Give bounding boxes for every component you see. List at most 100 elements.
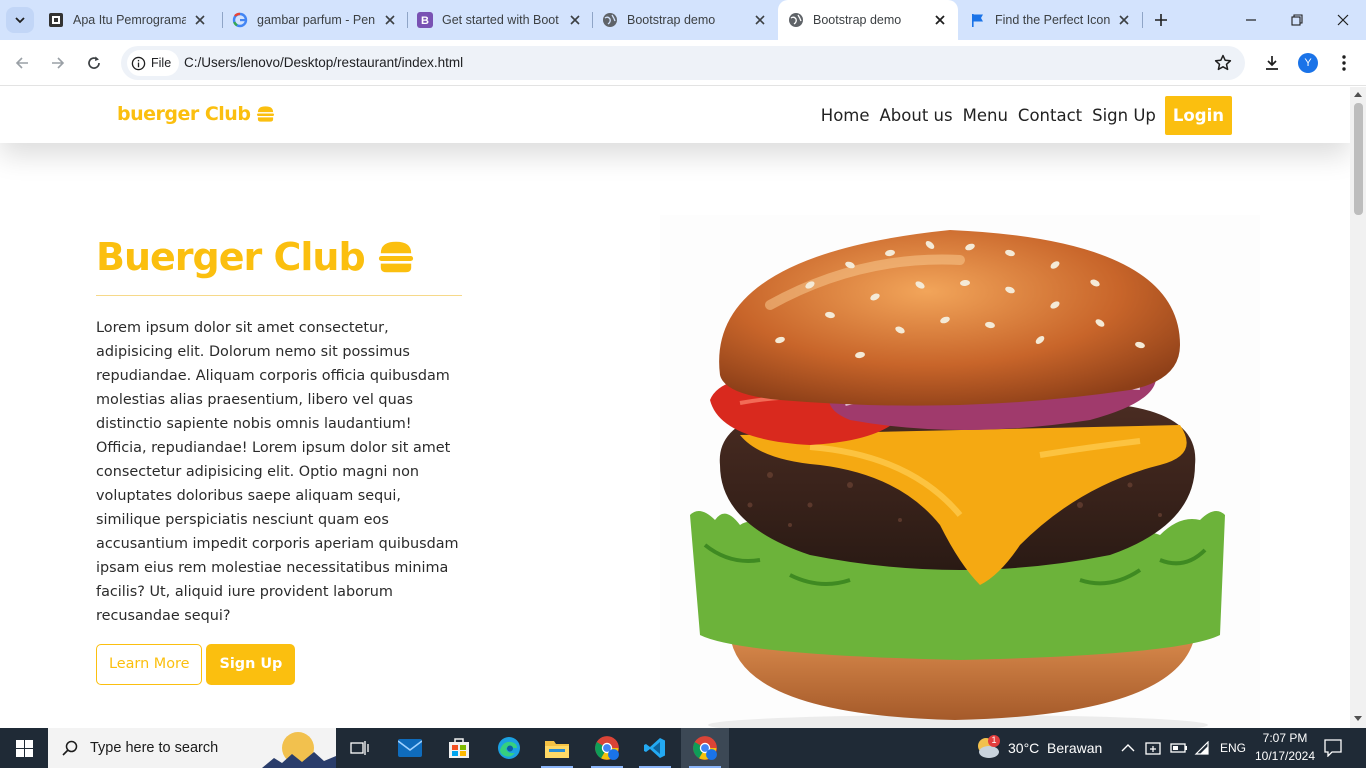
clock-time[interactable]: 7:07 PM [1252,731,1318,745]
edge-icon [498,737,520,759]
search-placeholder: Type here to search [90,740,219,756]
chrome-icon [693,736,717,760]
scroll-thumb[interactable] [1354,103,1363,215]
profile-avatar[interactable]: Y [1298,53,1318,73]
burger-image [660,215,1260,728]
taskbar-search[interactable]: Type here to search [48,728,336,768]
site-info-chip[interactable]: File [127,50,180,76]
page-viewport: buerger Club Home About us Menu Contact … [0,87,1350,728]
medium-icon [48,12,64,28]
battery-icon[interactable] [1170,742,1188,754]
address-bar[interactable]: File C:/Users/lenovo/Desktop/restaurant/… [121,46,1245,80]
close-icon[interactable] [1116,12,1132,28]
minimize-icon [1246,19,1256,21]
burger-icon [378,241,413,273]
plus-icon [1155,14,1167,26]
browser-toolbar: File C:/Users/lenovo/Desktop/restaurant/… [0,40,1366,86]
tab-title: Apa Itu Pemrograman [73,13,186,27]
tab-6[interactable]: Find the Perfect Icon [962,0,1140,40]
nav-about[interactable]: About us [880,106,953,125]
task-view-button[interactable] [336,728,384,768]
tab-2[interactable]: gambar parfum - Pen [224,0,406,40]
close-icon[interactable] [567,12,583,28]
chevron-up-icon[interactable] [1121,742,1135,754]
vscode-icon [644,738,665,758]
brand-name: buerger Club [117,103,251,125]
reload-button[interactable] [80,49,108,77]
chrome-profile-app[interactable] [583,728,631,768]
restore-button[interactable] [1274,0,1320,40]
edge-app[interactable] [485,728,533,768]
nav-menu[interactable]: Menu [963,106,1008,125]
mail-icon [398,739,422,757]
hero-buttons: Learn More Sign Up [96,644,462,685]
minimize-button[interactable] [1228,0,1274,40]
new-tab-button[interactable] [1150,9,1172,31]
globe-icon [602,12,618,28]
chrome-app-active[interactable] [681,728,729,768]
svg-text:B: B [421,15,429,27]
url-text[interactable]: C:/Users/lenovo/Desktop/restaurant/index… [184,46,463,80]
weather-badge-count: 1 [991,735,997,745]
language-indicator[interactable]: ENG [1220,741,1246,755]
windows-taskbar: Type here to search 1 30°C Berawan ENG 7… [0,728,1366,768]
windows-logo-icon [15,739,33,757]
forward-button[interactable] [44,49,72,77]
brand-logo[interactable]: buerger Club [117,103,275,125]
tab-5-active[interactable]: Bootstrap demo [778,0,958,40]
vscode-app[interactable] [631,728,679,768]
globe-icon [788,12,804,28]
mail-app[interactable] [386,728,434,768]
close-icon[interactable] [752,12,768,28]
file-explorer-app[interactable] [533,728,581,768]
tab-search-button[interactable] [6,7,34,33]
tab-title: Get started with Boot [442,13,559,27]
downloads-button[interactable] [1258,49,1286,77]
tab-1[interactable]: Apa Itu Pemrograman [40,0,216,40]
search-icon [62,740,78,756]
info-icon [131,56,146,70]
close-icon[interactable] [932,12,948,28]
bootstrap-icon: B [417,12,433,28]
tab-4[interactable]: Bootstrap demo [594,0,776,40]
clock-date[interactable]: 10/17/2024 [1252,749,1318,763]
chrome-icon [595,736,619,760]
wifi-icon[interactable] [1194,741,1210,755]
nav-contact[interactable]: Contact [1018,106,1082,125]
hero-paragraph: Lorem ipsum dolor sit amet consectetur, … [96,320,459,624]
scroll-down-icon[interactable] [1354,716,1362,721]
arrow-right-icon [52,57,65,69]
search-highlight-icon [262,732,336,768]
learn-more-button[interactable]: Learn More [96,644,203,685]
more-vertical-icon [1342,55,1346,71]
close-icon[interactable] [382,12,398,28]
nav-links: Home About us Menu Contact Sign Up Login [811,96,1232,135]
page-scrollbar[interactable] [1350,87,1366,728]
close-icon[interactable] [192,12,208,28]
store-app[interactable] [435,728,483,768]
arrow-left-icon [15,57,28,69]
burger-icon [257,106,275,122]
close-window-button[interactable] [1320,0,1366,40]
scroll-up-icon[interactable] [1354,92,1362,97]
site-navbar: buerger Club Home About us Menu Contact … [0,87,1350,143]
sign-up-button[interactable]: Sign Up [206,644,296,685]
notifications-icon[interactable] [1324,739,1342,757]
download-icon [1266,56,1278,70]
weather-widget-icon[interactable]: 1 [972,734,1002,762]
weather-text[interactable]: 30°C Berawan [1008,740,1102,756]
nav-signup[interactable]: Sign Up [1092,106,1156,125]
back-button[interactable] [8,49,36,77]
flag-icon [970,12,986,28]
tab-3[interactable]: B Get started with Boot [409,0,591,40]
folder-icon [545,741,569,758]
restore-icon [1291,14,1303,26]
nav-home[interactable]: Home [821,106,870,125]
nav-login-button[interactable]: Login [1164,96,1232,135]
bookmark-star-icon[interactable] [1213,53,1233,73]
browser-menu-button[interactable] [1330,49,1358,77]
start-button[interactable] [0,728,48,768]
tab-title: Find the Perfect Icon [995,13,1110,27]
close-icon [1337,14,1349,26]
network-icon[interactable] [1145,740,1163,756]
